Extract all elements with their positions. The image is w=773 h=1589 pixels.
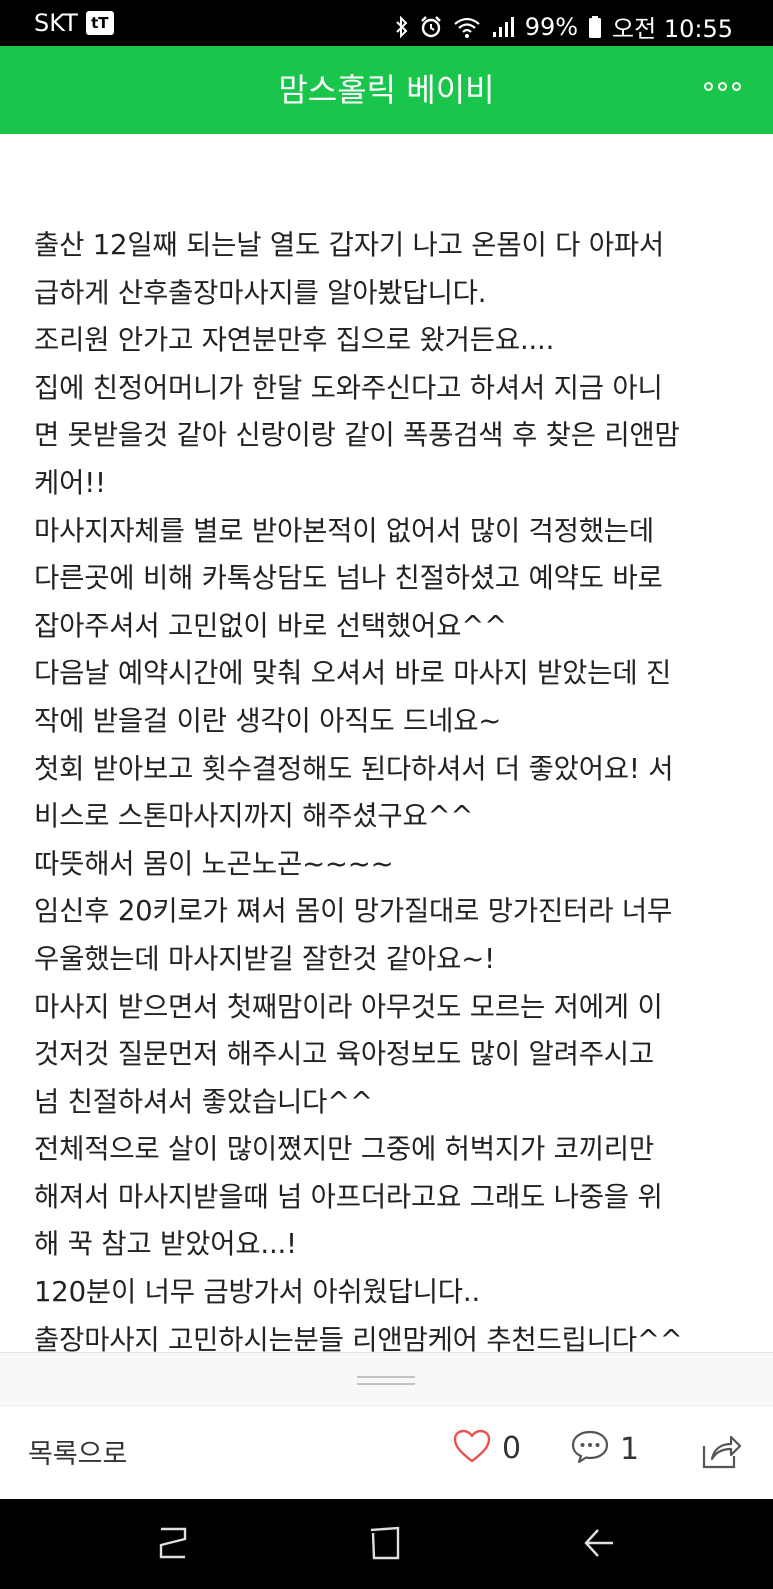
post-text-line: 다른곳에 비해 카톡상담도 넘나 친절하셨고 예약도 바로 [34, 562, 663, 595]
carrier-name: SKT [34, 9, 78, 37]
home-square-icon [368, 1526, 404, 1565]
like-count: 0 [502, 1430, 522, 1466]
status-icons: 99% 오전 10:55 [395, 9, 733, 44]
bottom-action-bar: 목록으로 0 1 [0, 1405, 773, 1499]
like-button[interactable]: 0 [452, 1428, 521, 1468]
drag-handle-area[interactable] [0, 1353, 773, 1405]
speech-bubble-icon [570, 1428, 610, 1470]
comment-button[interactable]: 1 [570, 1428, 639, 1470]
bluetooth-icon [395, 15, 409, 39]
post-text-line: 따뜻해서 몸이 노곤노곤~~~~ [34, 847, 394, 880]
post-text-line: 잡아주셔서 고민없이 바로 선택했어요^^ [34, 609, 507, 642]
post-text-line: 마사지자체를 별로 받아본적이 없어서 많이 걱정했는데 [34, 514, 655, 547]
alarm-icon [419, 15, 443, 39]
share-arrow-icon [700, 1435, 742, 1474]
back-button[interactable] [582, 1525, 616, 1565]
status-bar: SKT tT 99% 오전 10:55 [0, 0, 773, 46]
post-text-line: 넘 친절하셔서 좋았습니다^^ [34, 1085, 373, 1118]
post-text-line: 면 못받을것 같아 신랑이랑 같이 폭풍검색 후 찾은 리앤맘 [34, 419, 680, 452]
post-text-line: 것저것 질문먼저 해주시고 육아정보도 많이 알려주시고 [34, 1038, 655, 1071]
post-text-line: 비스로 스톤마사지까지 해주셨구요^^ [34, 800, 474, 833]
share-button[interactable] [700, 1432, 742, 1474]
system-navigation-bar [0, 1499, 773, 1589]
clock-time: 오전 10:55 [612, 15, 733, 43]
post-text-line: 첫회 받아보고 횟수결정해도 된다하셔서 더 좋았어요! 서 [34, 752, 674, 785]
post-text-line: 전체적으로 살이 많이쪘지만 그중에 허벅지가 코끼리만 [34, 1133, 655, 1166]
screen: SKT tT 99% 오전 10:55 맘스홀릭 베이비 출산 12일째 되는날… [0, 0, 773, 1589]
recent-apps-icon [158, 1527, 188, 1565]
app-header: 맘스홀릭 베이비 [0, 46, 773, 134]
post-body: 출산 12일째 되는날 열도 갑자기 나고 온몸이 다 아파서급하게 산후출장마… [34, 222, 754, 1364]
page-title: 맘스홀릭 베이비 [278, 71, 495, 109]
post-text-line: 우울했는데 마사지받길 잘한것 같아요~! [34, 942, 495, 975]
back-arrow-icon [582, 1529, 616, 1565]
carrier-group: SKT tT [34, 9, 114, 37]
home-button[interactable] [368, 1525, 404, 1565]
post-text-line: 조리원 안가고 자연분만후 집으로 왔거든요.... [34, 324, 555, 357]
heart-outline-icon [452, 1428, 492, 1468]
back-to-list-button[interactable]: 목록으로 [28, 1432, 127, 1471]
carrier-badge: tT [85, 11, 114, 35]
drag-handle-icon[interactable] [357, 1376, 415, 1386]
battery-percent: 99% [524, 12, 579, 41]
post-text-line: 120분이 너무 금방가서 아쉬웠답니다.. [34, 1276, 480, 1309]
more-dots-icon [732, 82, 741, 91]
more-dots-icon [718, 82, 727, 91]
signal-icon [491, 15, 515, 39]
comment-count: 1 [620, 1431, 640, 1467]
recent-apps-button[interactable] [158, 1525, 188, 1565]
post-content[interactable]: 출산 12일째 되는날 열도 갑자기 나고 온몸이 다 아파서급하게 산후출장마… [0, 134, 773, 1356]
more-dots-icon [704, 82, 713, 91]
post-text-line: 출산 12일째 되는날 열도 갑자기 나고 온몸이 다 아파서 [34, 229, 665, 261]
post-text-line: 마사지 받으면서 첫째맘이라 아무것도 모르는 저에게 이 [34, 990, 663, 1023]
post-text-line: 작에 받을걸 이란 생각이 아직도 드네요~ [34, 704, 502, 737]
post-text-line: 케어!! [34, 466, 106, 499]
post-text-line: 해져서 마사지받을때 넘 아프더라고요 그래도 나중을 위 [34, 1180, 663, 1213]
more-options-button[interactable] [704, 82, 741, 91]
post-text-line: 해 꾹 참고 받았어요...! [34, 1228, 297, 1261]
wifi-icon [453, 15, 481, 39]
battery-icon [588, 15, 602, 39]
post-text-line: 집에 친정어머니가 한달 도와주신다고 하셔서 지금 아니 [34, 371, 663, 404]
post-text-line: 급하게 산후출장마사지를 알아봤답니다. [34, 276, 487, 309]
post-text-line: 임신후 20키로가 쪄서 몸이 망가질대로 망가진터라 너무 [34, 895, 673, 928]
post-text-line: 다음날 예약시간에 맞춰 오셔서 바로 마사지 받았는데 진 [34, 657, 672, 690]
